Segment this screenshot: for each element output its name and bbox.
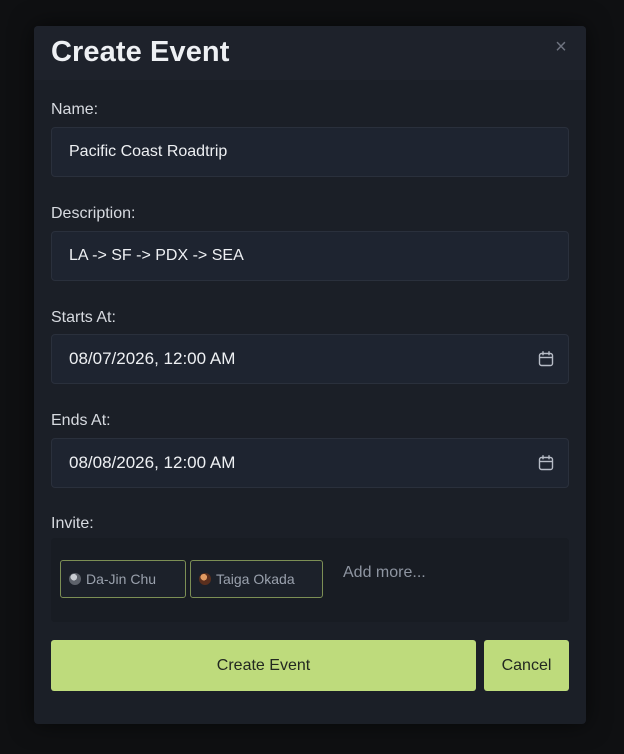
description-field[interactable]: LA -> SF -> PDX -> SEA <box>51 231 569 281</box>
ends-at-label: Ends At: <box>51 412 111 429</box>
invitee-chip[interactable]: Da-Jin Chu <box>60 560 186 598</box>
name-input[interactable]: Pacific Coast Roadtrip <box>52 128 568 176</box>
invitee-chip[interactable]: Taiga Okada <box>190 560 323 598</box>
starts-at-label: Starts At: <box>51 309 116 326</box>
close-icon: × <box>555 35 567 58</box>
ends-at-field[interactable]: 08/08/2026, 12:00 AM <box>51 438 569 488</box>
modal-header: Create Event × <box>34 26 586 80</box>
invite-label: Invite: <box>51 515 94 532</box>
avatar <box>69 573 81 585</box>
close-button[interactable]: × <box>548 34 574 60</box>
description-label: Description: <box>51 205 136 222</box>
invitee-name: Taiga Okada <box>216 571 295 587</box>
avatar <box>199 573 211 585</box>
calendar-icon[interactable] <box>537 350 555 368</box>
ends-at-input[interactable]: 08/08/2026, 12:00 AM <box>52 439 568 487</box>
invitee-name: Da-Jin Chu <box>86 571 157 587</box>
add-more-input[interactable]: Add more... <box>343 564 426 582</box>
create-event-button[interactable]: Create Event <box>51 640 476 691</box>
starts-at-input[interactable]: 08/07/2026, 12:00 AM <box>52 335 568 383</box>
name-label: Name: <box>51 101 99 118</box>
starts-at-field[interactable]: 08/07/2026, 12:00 AM <box>51 334 569 384</box>
calendar-icon[interactable] <box>537 454 555 472</box>
description-input[interactable]: LA -> SF -> PDX -> SEA <box>52 232 568 280</box>
cancel-button[interactable]: Cancel <box>484 640 569 691</box>
modal-title: Create Event <box>51 36 230 68</box>
create-event-modal: Create Event × Name: Pacific Coast Roadt… <box>34 26 586 724</box>
invite-field[interactable]: Da-Jin Chu Taiga Okada Add more... <box>51 538 569 622</box>
name-field[interactable]: Pacific Coast Roadtrip <box>51 127 569 177</box>
